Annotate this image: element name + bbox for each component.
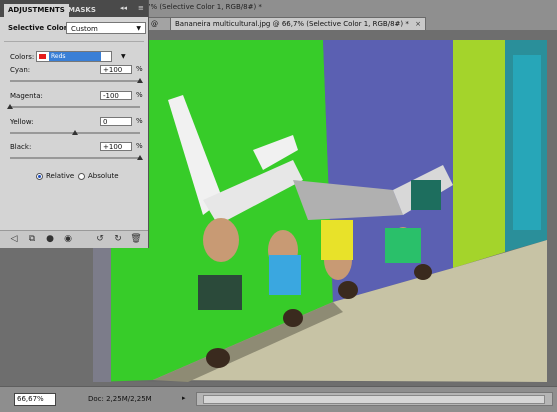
radio-relative-dot[interactable] bbox=[36, 172, 43, 180]
slider-value-field[interactable]: 0 bbox=[100, 117, 132, 126]
back-arrow-icon[interactable]: ◁ bbox=[8, 233, 20, 245]
tab-adjustments[interactable]: ADJUSTMENTS bbox=[4, 4, 69, 17]
slider-thumb[interactable] bbox=[72, 130, 78, 135]
percent-unit: % bbox=[136, 142, 143, 150]
divider bbox=[4, 41, 144, 42]
panel-footer-toolbar: ◁ ⧉ ● ◉ ↺ ↻ 🗑 bbox=[0, 230, 148, 248]
colors-label: Colors: bbox=[10, 53, 35, 61]
collapse-panel-icon[interactable]: ◂◂ bbox=[120, 4, 127, 12]
radio-relative-label: Relative bbox=[46, 172, 75, 180]
refresh-icon[interactable]: ↻ bbox=[112, 233, 124, 245]
adjustments-panel: ADJUSTMENTS MASKS ◂◂ ≡ Selective Color C… bbox=[0, 0, 149, 248]
view-previous-icon[interactable]: ◉ bbox=[62, 233, 74, 245]
clip-layer-icon[interactable]: ⧉ bbox=[26, 233, 38, 245]
slider-value-field[interactable]: +100 bbox=[100, 142, 132, 151]
slider-label: Magenta: bbox=[10, 92, 43, 100]
radio-absolute[interactable]: Absolute bbox=[78, 172, 119, 180]
chevron-down-icon: ▼ bbox=[121, 53, 126, 60]
slider-thumb[interactable] bbox=[137, 155, 143, 160]
colors-dropdown[interactable]: Reds ▼ bbox=[36, 51, 126, 62]
panel-menu-icon[interactable]: ≡ bbox=[138, 4, 144, 12]
zoom-field[interactable]: 66,67% bbox=[14, 393, 56, 406]
preset-dropdown[interactable]: Custom ▼ bbox=[66, 22, 146, 34]
slider-track[interactable] bbox=[10, 80, 140, 82]
photo-canvas[interactable] bbox=[93, 40, 547, 382]
photo-image bbox=[93, 40, 547, 382]
panel-tab-strip: ADJUSTMENTS MASKS ◂◂ ≡ bbox=[0, 0, 148, 17]
tab-close-icon[interactable]: × bbox=[415, 20, 421, 28]
slider-track[interactable] bbox=[10, 157, 140, 159]
slider-black[interactable]: Black: +100% bbox=[10, 142, 144, 171]
slider-label: Cyan: bbox=[10, 66, 31, 74]
percent-unit: % bbox=[136, 65, 143, 73]
reset-icon[interactable]: ↺ bbox=[94, 233, 106, 245]
status-bar: 66,67% Doc: 2,25M/2,25M ▸ bbox=[0, 386, 557, 412]
document-size-info: Doc: 2,25M/2,25M bbox=[88, 395, 152, 403]
horizontal-scrollbar[interactable] bbox=[196, 392, 553, 406]
preset-value: Custom bbox=[71, 25, 98, 33]
preset-row: Selective Color Custom ▼ bbox=[6, 22, 146, 36]
document-tab-inactive[interactable]: @ bbox=[146, 17, 172, 31]
slider-magenta[interactable]: Magenta: -100% bbox=[7, 91, 144, 120]
colors-value: Reds bbox=[49, 52, 101, 61]
document-tab-label: Bananeira multicultural.jpg @ 66,7% (Sel… bbox=[175, 20, 409, 28]
radio-absolute-dot[interactable] bbox=[78, 172, 85, 180]
slider-cyan[interactable]: Cyan: +100% bbox=[10, 65, 144, 94]
visibility-icon[interactable]: ● bbox=[44, 233, 56, 245]
document-title-fragment: 7% (Selective Color 1, RGB/8#) * bbox=[146, 3, 262, 11]
method-radio-group: Relative Absolute bbox=[36, 172, 136, 184]
slider-value-field[interactable]: -100 bbox=[100, 91, 132, 100]
slider-label: Yellow: bbox=[10, 118, 34, 126]
slider-thumb[interactable] bbox=[137, 78, 143, 83]
slider-track[interactable] bbox=[10, 106, 140, 108]
slider-label: Black: bbox=[10, 143, 32, 151]
delete-icon[interactable]: 🗑 bbox=[130, 233, 142, 245]
color-swatch bbox=[39, 54, 46, 59]
slider-thumb[interactable] bbox=[7, 104, 13, 109]
adjustment-title: Selective Color bbox=[8, 24, 68, 32]
document-tab-active[interactable]: Bananeira multicultural.jpg @ 66,7% (Sel… bbox=[170, 17, 426, 31]
slider-value-field[interactable]: +100 bbox=[100, 65, 132, 74]
tab-masks[interactable]: MASKS bbox=[64, 4, 100, 17]
percent-unit: % bbox=[136, 91, 143, 99]
radio-absolute-label: Absolute bbox=[88, 172, 119, 180]
radio-relative[interactable]: Relative bbox=[36, 172, 74, 180]
scrollbar-thumb[interactable] bbox=[203, 395, 545, 404]
status-menu-arrow-icon[interactable]: ▸ bbox=[182, 394, 186, 402]
percent-unit: % bbox=[136, 117, 143, 125]
document-tab-inactive-label: @ bbox=[151, 20, 158, 28]
chevron-down-icon: ▼ bbox=[136, 25, 141, 32]
